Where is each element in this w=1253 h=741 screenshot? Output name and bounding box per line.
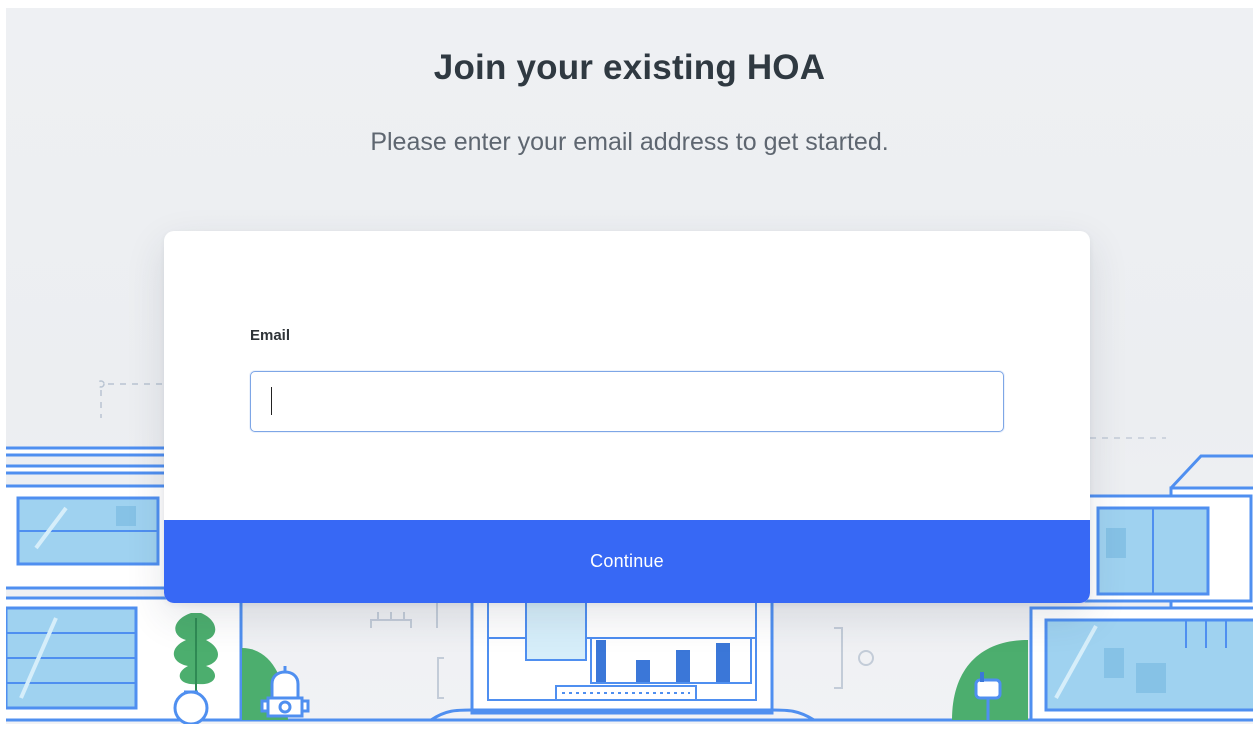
continue-button[interactable]: Continue (164, 520, 1090, 603)
page-subtitle: Please enter your email address to get s… (370, 128, 889, 156)
bracket-decoration-left (370, 597, 444, 699)
email-input[interactable] (250, 371, 1004, 432)
dashed-guide-left (97, 380, 164, 418)
text-cursor (271, 387, 272, 415)
bracket-decoration-right (834, 627, 874, 689)
page-background: Join your existing HOA Please enter your… (6, 8, 1253, 735)
email-form-card: Email Continue (164, 231, 1090, 603)
laptop-icon (430, 586, 815, 722)
email-label: Email (250, 327, 291, 344)
page-title: Join your existing HOA (433, 48, 826, 87)
ground-fade (6, 724, 1253, 735)
